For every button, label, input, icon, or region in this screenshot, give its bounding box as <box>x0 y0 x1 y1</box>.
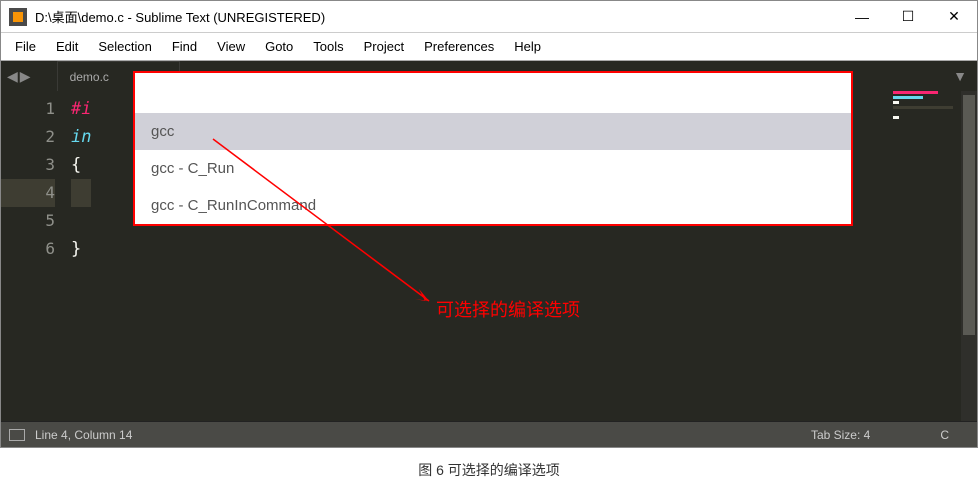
tab-label: demo.c <box>70 70 109 84</box>
menu-selection[interactable]: Selection <box>88 35 161 58</box>
menu-preferences[interactable]: Preferences <box>414 35 504 58</box>
nav-back-icon[interactable]: ◀ <box>7 68 18 85</box>
menu-project[interactable]: Project <box>354 35 414 58</box>
menu-edit[interactable]: Edit <box>46 35 88 58</box>
titlebar[interactable]: D:\桌面\demo.c - Sublime Text (UNREGISTERE… <box>1 1 977 33</box>
statusbar: Line 4, Column 14 Tab Size: 4 C <box>1 421 977 447</box>
menu-find[interactable]: Find <box>162 35 207 58</box>
close-button[interactable]: ✕ <box>931 1 977 33</box>
line-number: 1 <box>1 95 55 123</box>
menu-goto[interactable]: Goto <box>255 35 303 58</box>
figure-caption: 图 6 可选择的编译选项 <box>0 448 978 492</box>
scrollbar-thumb[interactable] <box>963 95 975 335</box>
code-token: } <box>71 239 81 259</box>
line-number: 5 <box>1 207 55 235</box>
menu-help[interactable]: Help <box>504 35 551 58</box>
code-token: #i <box>71 99 91 119</box>
gutter: 1 2 3 4 5 6 <box>1 91 71 263</box>
status-tabsize[interactable]: Tab Size: 4 <box>811 428 870 442</box>
menubar: File Edit Selection Find View Goto Tools… <box>1 33 977 61</box>
line-number: 6 <box>1 235 55 263</box>
popup-item-gcc[interactable]: gcc <box>135 113 851 150</box>
line-number: 3 <box>1 151 55 179</box>
maximize-button[interactable]: ☐ <box>885 1 931 33</box>
menu-file[interactable]: File <box>5 35 46 58</box>
status-position[interactable]: Line 4, Column 14 <box>35 428 132 442</box>
application-window: D:\桌面\demo.c - Sublime Text (UNREGISTERE… <box>0 0 978 448</box>
nav-forward-icon[interactable]: ▶ <box>20 68 31 85</box>
tabbar-dropdown-icon[interactable]: ▼ <box>953 68 967 84</box>
line-number: 2 <box>1 123 55 151</box>
vertical-scrollbar[interactable] <box>961 91 977 421</box>
line-number: 4 <box>1 179 55 207</box>
menu-view[interactable]: View <box>207 35 255 58</box>
window-title: D:\桌面\demo.c - Sublime Text (UNREGISTERE… <box>35 7 839 26</box>
app-icon <box>9 8 27 26</box>
editor-area: ◀ ▶ demo.c × ▼ 1 2 3 4 5 6 <box>1 61 977 421</box>
code-token: { <box>71 155 81 175</box>
build-system-popup: gcc gcc - C_Run gcc - C_RunInCommand <box>133 71 853 226</box>
popup-item-gcc-crunincommand[interactable]: gcc - C_RunInCommand <box>135 187 851 224</box>
status-syntax[interactable]: C <box>940 428 949 442</box>
popup-item-gcc-crun[interactable]: gcc - C_Run <box>135 150 851 187</box>
menu-tools[interactable]: Tools <box>303 35 353 58</box>
code-content[interactable]: #i in { } <box>71 91 91 263</box>
code-token: in <box>71 127 91 147</box>
minimize-button[interactable]: — <box>839 1 885 33</box>
minimap[interactable] <box>893 91 953 141</box>
annotation-label: 可选择的编译选项 <box>436 296 580 322</box>
panel-icon[interactable] <box>9 429 25 441</box>
